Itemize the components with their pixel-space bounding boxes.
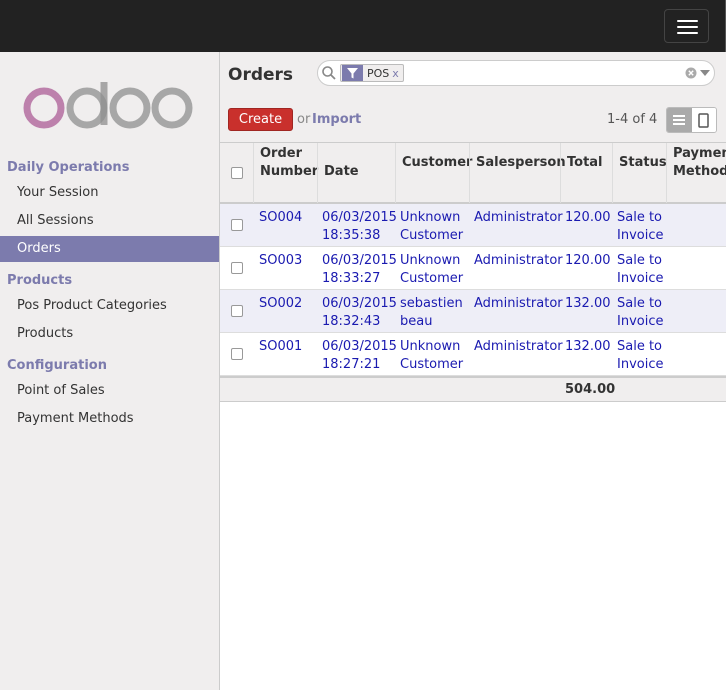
sidebar-item-point-of-sales[interactable]: Point of Sales xyxy=(0,378,219,404)
table-row[interactable]: SO004 06/03/2015 18:35:38 Unknown Customer… xyxy=(220,204,726,247)
order-number[interactable]: SO001 xyxy=(259,338,302,356)
table-row[interactable]: SO002 06/03/2015 18:32:43 sebastien beau A… xyxy=(220,290,726,333)
hamburger-line xyxy=(677,32,698,34)
table-header: Order Number Date Customer Salesperson T… xyxy=(220,142,726,204)
search-icon xyxy=(322,66,336,80)
order-status: Sale to Invoice xyxy=(617,339,664,372)
order-salesperson: Administrator xyxy=(474,339,563,354)
order-customer: Unknown Customer xyxy=(400,253,464,286)
column-header-date[interactable]: Date xyxy=(317,143,395,203)
create-button[interactable]: Create xyxy=(228,108,293,131)
total-sum: 504.00 xyxy=(565,382,616,397)
order-salesperson: Administrator xyxy=(474,253,563,268)
order-date: 06/03/2015 18:32:43 xyxy=(322,296,397,329)
order-total: 120.00 xyxy=(565,253,611,268)
sidebar-item-pos-product-categories[interactable]: Pos Product Categories xyxy=(0,293,219,319)
view-switcher xyxy=(666,107,717,133)
order-total: 132.00 xyxy=(565,339,611,354)
main-content: Orders POS x Create or Import 1-4 of 4 O… xyxy=(220,52,726,690)
odoo-logo[interactable] xyxy=(22,82,194,132)
column-header-salesperson[interactable]: Salesperson xyxy=(469,143,566,203)
order-date: 06/03/2015 18:33:27 xyxy=(322,253,397,286)
facet-remove-icon[interactable]: x xyxy=(392,67,403,80)
row-checkbox[interactable] xyxy=(231,305,243,317)
page-title: Orders xyxy=(228,65,294,85)
top-navbar xyxy=(0,0,726,52)
sidebar-item-orders[interactable]: Orders xyxy=(0,236,219,262)
list-view-button[interactable] xyxy=(667,108,692,132)
sidebar-item-products[interactable]: Products xyxy=(0,321,219,347)
column-header-status[interactable]: Status xyxy=(612,143,667,203)
order-number[interactable]: SO003 xyxy=(259,252,302,270)
row-checkbox[interactable] xyxy=(231,262,243,274)
order-status: Sale to Invoice xyxy=(617,210,664,243)
order-customer: Unknown Customer xyxy=(400,339,464,372)
search-dropdown-icon[interactable] xyxy=(700,70,710,76)
hamburger-line xyxy=(677,20,698,22)
search-facet-label: POS xyxy=(367,66,390,80)
import-link[interactable]: Import xyxy=(312,112,361,127)
order-status: Sale to Invoice xyxy=(617,253,664,286)
column-header-payment-method[interactable]: Payment Method xyxy=(666,143,726,203)
order-total: 120.00 xyxy=(565,210,611,225)
row-checkbox[interactable] xyxy=(231,219,243,231)
order-number[interactable]: SO004 xyxy=(259,209,302,227)
list-icon xyxy=(673,115,686,125)
search-input[interactable]: POS x xyxy=(317,60,715,86)
order-date: 06/03/2015 18:27:21 xyxy=(322,339,397,372)
search-facet-pos: POS x xyxy=(340,64,404,82)
sidebar-section-products: Products xyxy=(7,273,73,288)
order-status: Sale to Invoice xyxy=(617,296,664,329)
clear-search-icon[interactable] xyxy=(685,67,697,79)
column-header-customer[interactable]: Customer xyxy=(395,143,472,203)
or-label: or xyxy=(297,112,311,127)
order-number[interactable]: SO002 xyxy=(259,295,302,313)
order-customer: sebastien beau xyxy=(400,296,463,329)
control-panel: Orders POS x Create or Import 1-4 of 4 xyxy=(220,52,726,142)
menu-toggle-button[interactable] xyxy=(664,9,709,43)
table-row[interactable]: SO003 06/03/2015 18:33:27 Unknown Customer… xyxy=(220,247,726,290)
order-date: 06/03/2015 18:35:38 xyxy=(322,210,397,243)
sidebar-item-payment-methods[interactable]: Payment Methods xyxy=(0,406,219,432)
order-salesperson: Administrator xyxy=(474,210,563,225)
form-icon xyxy=(698,112,709,128)
table-footer: 504.00 xyxy=(220,376,726,402)
column-header-order-number[interactable]: Order Number xyxy=(253,143,318,203)
filter-icon xyxy=(342,65,363,81)
order-salesperson: Administrator xyxy=(474,296,563,311)
select-all-checkbox[interactable] xyxy=(231,167,243,179)
order-customer: Unknown Customer xyxy=(400,210,464,243)
column-header-total[interactable]: Total xyxy=(560,143,612,203)
hamburger-line xyxy=(677,26,698,28)
order-total: 132.00 xyxy=(565,296,611,311)
sidebar-item-your-session[interactable]: Your Session xyxy=(0,180,219,206)
sidebar: Daily Operations Your Session All Sessio… xyxy=(0,52,220,690)
form-view-button[interactable] xyxy=(691,108,716,132)
table-row[interactable]: SO001 06/03/2015 18:27:21 Unknown Customer… xyxy=(220,333,726,376)
pager-value[interactable]: 1-4 of 4 xyxy=(607,112,657,127)
sidebar-section-configuration: Configuration xyxy=(7,358,107,373)
sidebar-item-all-sessions[interactable]: All Sessions xyxy=(0,208,219,234)
row-checkbox[interactable] xyxy=(231,348,243,360)
sidebar-section-daily-operations: Daily Operations xyxy=(7,160,130,175)
